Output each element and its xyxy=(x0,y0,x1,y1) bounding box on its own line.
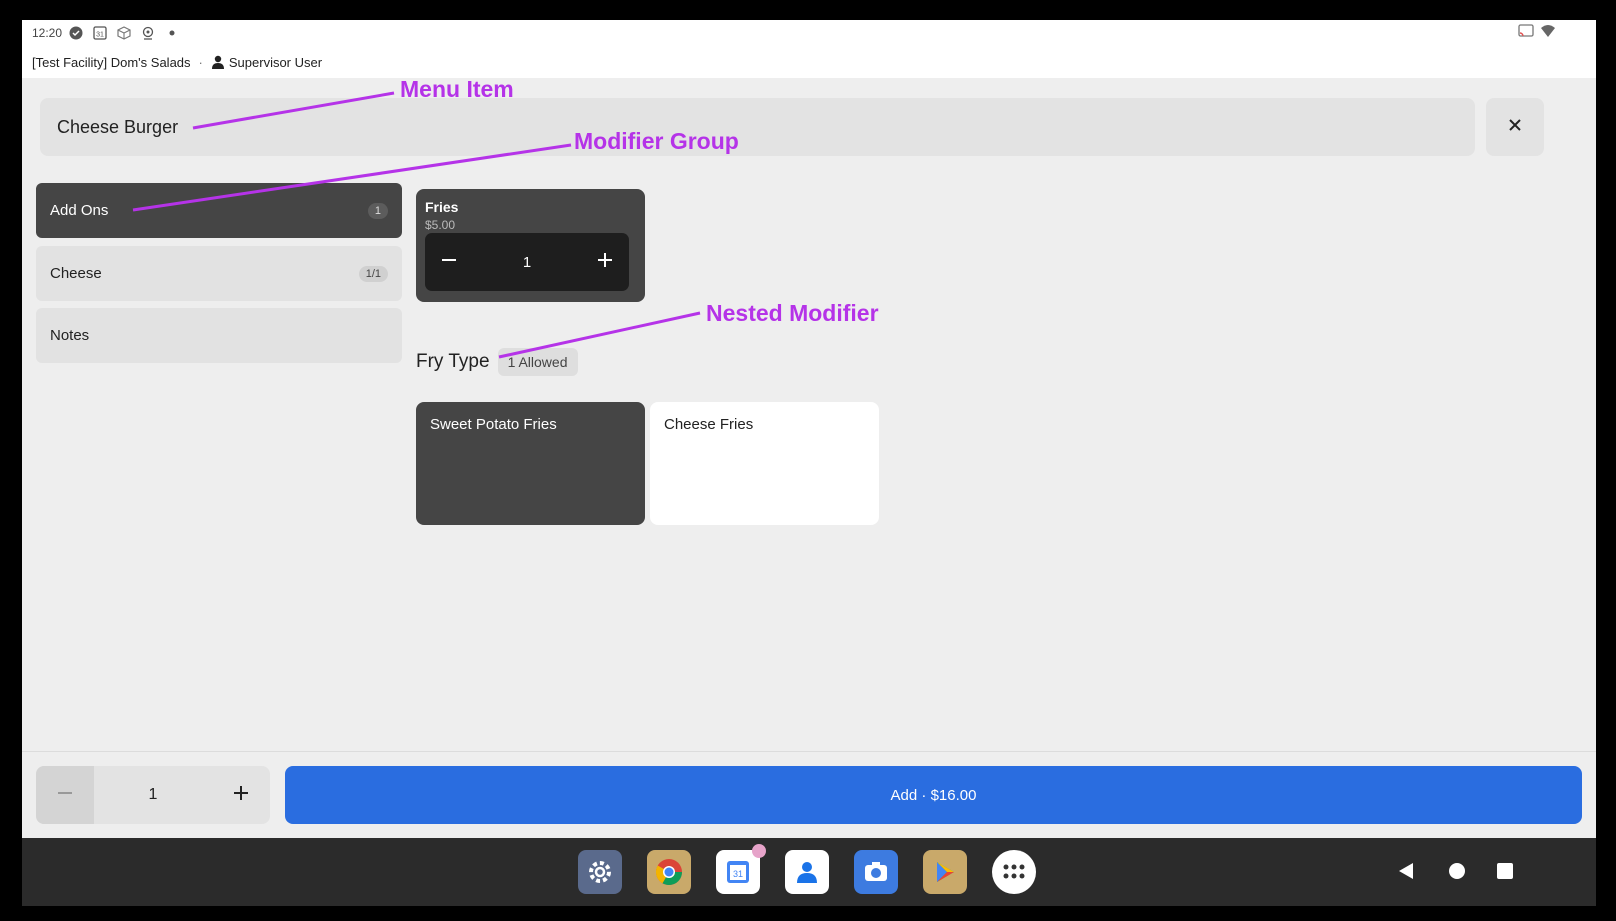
package-icon xyxy=(116,25,132,41)
modifier-name: Fries xyxy=(425,199,459,215)
play-store-icon[interactable] xyxy=(923,850,967,894)
check-circle-icon xyxy=(68,25,84,41)
modifier-group-cheese[interactable]: Cheese 1/1 xyxy=(36,246,402,301)
status-right-icons xyxy=(1518,24,1556,41)
facility-name: [Test Facility] Dom's Salads xyxy=(32,54,191,70)
menu-item-header: Cheese Burger xyxy=(40,98,1475,156)
decrease-quantity-button[interactable] xyxy=(36,766,94,824)
modifier-price: $5.00 xyxy=(425,218,456,232)
modifier-group-badge: 1 xyxy=(367,202,388,219)
separator: · xyxy=(198,54,203,70)
back-icon[interactable] xyxy=(1397,862,1415,885)
chrome-icon[interactable] xyxy=(647,850,691,894)
app-screen: 12:20 31 [Test Facility] Dom's Salads · xyxy=(22,20,1596,906)
dot-icon xyxy=(164,25,180,41)
option-label: Cheese Fries xyxy=(664,416,754,433)
item-quantity: 1 xyxy=(148,786,158,803)
facility-bar: [Test Facility] Dom's Salads · Superviso… xyxy=(22,46,1596,78)
taskbar: 31 xyxy=(22,838,1596,906)
contacts-icon[interactable] xyxy=(785,850,829,894)
nested-group-title: Fry Type xyxy=(416,351,490,372)
svg-text:31: 31 xyxy=(96,32,104,39)
modifier-quantity-stepper: 1 xyxy=(425,233,629,291)
option-cheese-fries[interactable]: Cheese Fries xyxy=(650,402,879,525)
minus-icon[interactable] xyxy=(441,252,457,273)
close-button[interactable] xyxy=(1486,98,1544,156)
modifier-group-label: Cheese xyxy=(50,265,102,282)
footer-divider xyxy=(22,751,1596,752)
minus-icon xyxy=(57,785,73,806)
annotation-modifier-group: Modifier Group xyxy=(574,128,739,154)
close-icon xyxy=(1508,118,1522,137)
modifier-card-fries[interactable]: Fries $5.00 1 xyxy=(416,189,645,302)
menu-item-title: Cheese Burger xyxy=(57,116,179,137)
cast-icon xyxy=(1518,24,1534,41)
item-quantity-stepper: 1 xyxy=(36,766,270,824)
camera-icon[interactable] xyxy=(854,850,898,894)
modifier-group-badge: 1/1 xyxy=(358,265,388,282)
option-sweet-potato-fries[interactable]: Sweet Potato Fries xyxy=(416,402,645,525)
svg-text:31: 31 xyxy=(733,869,743,879)
location-icon xyxy=(140,25,156,41)
notification-dot xyxy=(752,844,766,858)
annotation-menu-item: Menu Item xyxy=(400,76,514,102)
home-icon[interactable] xyxy=(1448,862,1466,885)
wifi-icon xyxy=(1540,24,1556,41)
nested-modifier-group: Fry Type 1 Allowed xyxy=(416,348,578,376)
add-to-order-button[interactable]: Add · $16.00 xyxy=(285,766,1582,824)
modifier-group-label: Add Ons xyxy=(50,202,109,219)
calendar-icon: 31 xyxy=(92,25,108,41)
increase-quantity-button[interactable] xyxy=(212,766,270,824)
user-icon xyxy=(211,55,225,69)
modifier-group-add-ons[interactable]: Add Ons 1 xyxy=(36,183,402,238)
status-bar: 12:20 31 xyxy=(22,20,1596,46)
status-time: 12:20 xyxy=(32,26,63,40)
option-label: Sweet Potato Fries xyxy=(430,416,557,433)
plus-icon xyxy=(233,785,249,806)
modifier-quantity: 1 xyxy=(522,253,532,271)
add-button-label: Add · $16.00 xyxy=(890,786,977,804)
recents-icon[interactable] xyxy=(1496,862,1514,885)
settings-icon[interactable] xyxy=(578,850,622,894)
plus-icon[interactable] xyxy=(597,252,613,273)
annotation-nested-modifier: Nested Modifier xyxy=(706,300,879,326)
modifier-group-notes[interactable]: Notes xyxy=(36,308,402,363)
user-name: Supervisor User xyxy=(228,54,323,70)
modifier-group-label: Notes xyxy=(50,327,90,344)
app-drawer-icon[interactable] xyxy=(992,850,1036,894)
calendar-icon[interactable]: 31 xyxy=(716,844,766,894)
allowed-badge: 1 Allowed xyxy=(497,348,578,376)
